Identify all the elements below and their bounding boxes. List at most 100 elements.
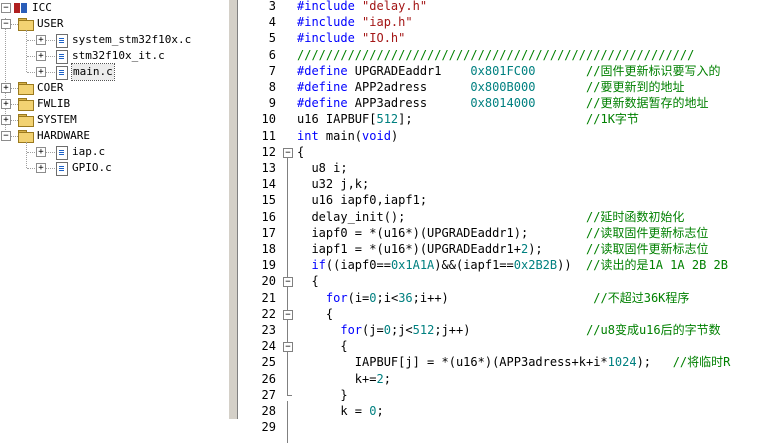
expand-toggle[interactable]: + xyxy=(36,67,46,77)
line-number: 9 xyxy=(268,96,276,111)
code-token: { xyxy=(297,274,319,289)
code-token: 512 xyxy=(376,112,399,127)
code-token: iapf0 = *(u16*)(UPGRADEaddr1); xyxy=(297,225,586,240)
code-line[interactable]: ////////////////////////////////////////… xyxy=(297,47,694,63)
fold-guide xyxy=(287,157,288,282)
code-token: //更新数据暂存的地址 xyxy=(586,96,709,111)
tree-file-label: main.c xyxy=(71,63,115,81)
expand-toggle[interactable]: + xyxy=(1,99,11,109)
line-number: 22 xyxy=(261,306,276,321)
line-number: 25 xyxy=(261,355,276,370)
code-line[interactable]: #define UPGRADEaddr1 0x801FC00 //固件更新标识要… xyxy=(297,63,720,79)
code-line[interactable]: k+=2; xyxy=(297,371,391,387)
line-number: 11 xyxy=(261,128,276,143)
code-token: IAPBUF[j] = *(u16*)(APP3adress+k+i* xyxy=(297,355,608,370)
code-line[interactable]: for(j=0;j<512;j++) //u8变成u16后的字节数 xyxy=(297,322,720,338)
code-editor[interactable]: #include "delay.h" #include "iap.h" #inclu… xyxy=(297,0,783,419)
c-file-icon xyxy=(56,162,68,176)
code-line[interactable]: { xyxy=(297,306,333,322)
tree-group-hardware[interactable]: − HARDWARE xyxy=(0,128,220,144)
folder-icon xyxy=(18,82,34,95)
code-line[interactable]: #include "IO.h" xyxy=(297,30,405,46)
code-token: 1024 xyxy=(607,355,637,370)
code-token: 0 xyxy=(369,290,377,305)
code-line[interactable]: int main(void) xyxy=(297,128,398,144)
expand-toggle[interactable]: + xyxy=(1,115,11,125)
code-line[interactable]: { xyxy=(297,273,319,289)
code-token: //延时函数初始化 xyxy=(585,209,685,224)
line-number: 21 xyxy=(261,290,276,305)
code-line[interactable]: u16 iapf0,iapf1; xyxy=(297,192,427,208)
code-line[interactable]: #include "delay.h" xyxy=(297,0,427,14)
code-token: APP3adress xyxy=(354,96,471,111)
pane-splitter[interactable] xyxy=(228,0,238,419)
expand-toggle[interactable]: + xyxy=(1,83,11,93)
line-number: 26 xyxy=(261,371,276,386)
tree-file-item[interactable]: + main.c xyxy=(0,63,220,81)
code-token: #define xyxy=(297,63,355,78)
line-number: 3 xyxy=(268,0,276,13)
code-token: //1K字节 xyxy=(586,112,639,127)
line-number: 4 xyxy=(268,15,276,30)
line-number: 12 xyxy=(261,144,276,159)
code-line[interactable]: { xyxy=(297,144,304,160)
fold-toggle[interactable]: − xyxy=(283,309,293,320)
code-token: main( xyxy=(318,128,363,143)
tree-group-coer[interactable]: + COER xyxy=(0,80,220,96)
expand-toggle[interactable]: + xyxy=(36,147,46,157)
project-icon xyxy=(14,2,28,14)
line-number: 6 xyxy=(268,47,276,62)
code-token: "delay.h" xyxy=(362,0,428,13)
code-line[interactable]: #include "iap.h" xyxy=(297,14,413,30)
fold-toggle[interactable]: − xyxy=(283,277,293,288)
code-line[interactable]: if((iapf0==0x1A1A)&&(iapf1==0x2B2B)) //读… xyxy=(297,257,728,273)
expand-toggle[interactable]: + xyxy=(36,35,46,45)
tree-group-system[interactable]: + SYSTEM xyxy=(0,112,220,128)
code-line[interactable]: #define APP2adress 0x800B000 //要更新到的地址 xyxy=(297,79,684,95)
code-token: //固件更新标识要写入的 xyxy=(586,63,721,78)
tree-group-user[interactable]: − USER xyxy=(0,16,220,32)
tree-file-item[interactable]: + stm32f10x_it.c xyxy=(0,48,220,64)
expand-toggle[interactable]: + xyxy=(36,51,46,61)
code-token: ;j< xyxy=(390,323,413,337)
code-line[interactable]: u8 i; xyxy=(297,160,348,176)
code-token: u32 j,k; xyxy=(297,177,370,192)
code-line[interactable]: iapf1 = *(u16*)(UPGRADEaddr1+2); //读取固件更… xyxy=(297,241,708,257)
code-token: ]; xyxy=(398,112,587,127)
code-line[interactable]: } xyxy=(297,387,347,403)
tree-file-item[interactable]: + system_stm32f10x.c xyxy=(0,32,220,48)
code-token: 2 xyxy=(376,371,384,386)
code-token: ); xyxy=(636,355,673,370)
code-line[interactable]: delay_init(); //延时函数初始化 xyxy=(297,209,684,225)
code-line[interactable]: k = 0; xyxy=(297,403,383,419)
expand-toggle[interactable]: + xyxy=(36,163,46,173)
code-token: (j= xyxy=(362,323,384,337)
tree-file-item[interactable]: + iap.c xyxy=(0,144,220,160)
code-line[interactable]: #define APP3adress 0x8014000 //更新数据暂存的地址 xyxy=(297,95,708,111)
tree-file-label: GPIO.c xyxy=(72,161,112,174)
code-token: for xyxy=(340,323,363,337)
code-line[interactable]: iapf0 = *(u16*)(UPGRADEaddr1); //读取固件更新标… xyxy=(297,225,708,241)
collapse-toggle[interactable]: − xyxy=(1,19,11,29)
code-token: u8 i; xyxy=(297,161,348,175)
code-line[interactable]: for(i=0;i<36;i++) //不超过36K程序 xyxy=(297,290,690,306)
code-token: 0x8014000 xyxy=(470,96,536,111)
tree-group-fwlib[interactable]: + FWLIB xyxy=(0,96,220,112)
code-line[interactable]: { xyxy=(297,338,348,354)
line-number: 27 xyxy=(261,387,276,402)
fold-toggle[interactable]: − xyxy=(283,147,293,158)
fold-toggle[interactable]: − xyxy=(283,342,293,353)
tree-root[interactable]: − ICC xyxy=(0,0,220,16)
tree-file-item[interactable]: + GPIO.c xyxy=(0,160,220,176)
code-token: { xyxy=(297,339,348,354)
code-line[interactable]: IAPBUF[j] = *(u16*)(APP3adress+k+i*1024)… xyxy=(297,354,731,370)
code-token: u16 iapf0,iapf1; xyxy=(297,193,428,208)
collapse-toggle[interactable]: − xyxy=(1,131,11,141)
fold-guide xyxy=(287,400,288,443)
code-token: //将临时R xyxy=(672,355,731,370)
line-number: 13 xyxy=(261,161,276,175)
code-line[interactable]: u16 IAPBUF[512]; //1K字节 xyxy=(297,111,639,127)
collapse-toggle[interactable]: − xyxy=(1,3,11,13)
code-line[interactable]: u32 j,k; xyxy=(297,176,369,192)
